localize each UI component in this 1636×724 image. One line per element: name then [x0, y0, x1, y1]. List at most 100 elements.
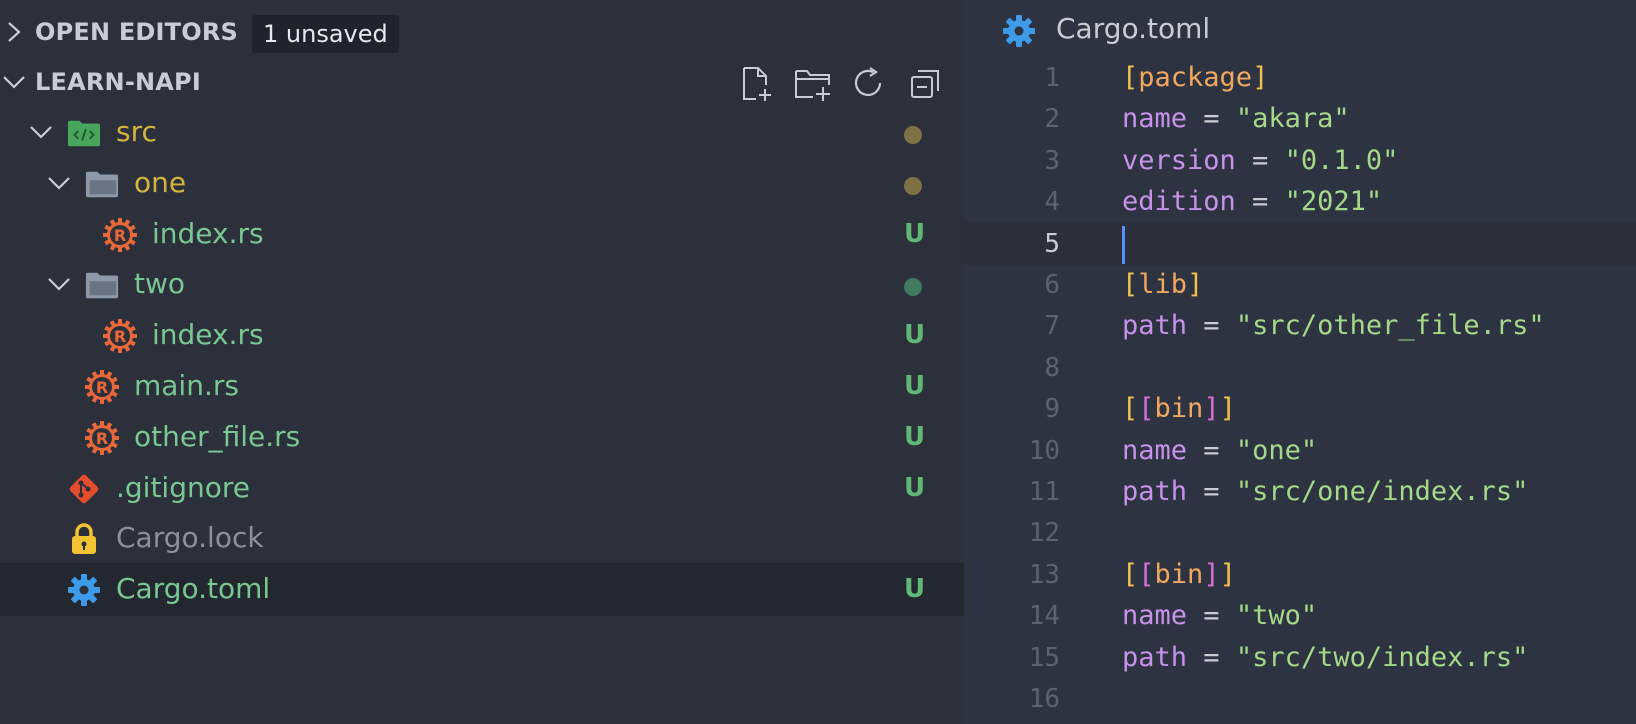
code-token: "src/other_file.rs" — [1235, 310, 1545, 342]
tree-item[interactable]: Rindex.rs U — [0, 309, 964, 362]
code-text: path = "src/other_file.rs" — [1122, 309, 1545, 343]
code-token: = — [1187, 476, 1236, 507]
code-text: [package] — [1122, 61, 1268, 95]
svg-text:R: R — [114, 226, 126, 245]
code-line[interactable]: 1 [package] — [964, 56, 1636, 99]
tab-label: Cargo.toml — [1056, 12, 1211, 45]
gear-icon — [67, 573, 101, 607]
code-token: "two" — [1235, 600, 1318, 632]
tree-item-label: other_file.rs — [134, 419, 301, 453]
new-folder-button[interactable] — [792, 63, 834, 105]
editor-tab[interactable]: Cargo.toml — [964, 0, 1636, 62]
code-line[interactable]: 9 [[bin]] — [964, 387, 1636, 430]
code-line[interactable]: 13 [[bin]] — [964, 553, 1636, 596]
code-line[interactable]: 7 path = "src/other_file.rs" — [964, 304, 1636, 347]
code-token: package — [1138, 62, 1253, 93]
tree-item[interactable]: Cargo.toml U — [0, 563, 964, 617]
modified-dot — [904, 278, 922, 297]
tree-item[interactable]: src — [0, 106, 964, 159]
new-file-button[interactable] — [736, 63, 778, 105]
code-line[interactable]: 15 path = "src/two/index.rs" — [964, 636, 1636, 679]
code-line[interactable]: 16 — [964, 677, 1636, 720]
tree-item[interactable]: one — [0, 157, 964, 210]
code-line[interactable]: 14 name = "two" — [964, 594, 1636, 637]
code-line[interactable]: 2 name = "akara" — [964, 97, 1636, 140]
modified-dot — [904, 176, 922, 195]
code-line[interactable]: 4 edition = "2021" — [964, 180, 1636, 223]
tree-item[interactable]: Rother_file.rs U — [0, 411, 964, 464]
code-token: ] — [1203, 393, 1220, 425]
code-token: name — [1122, 600, 1188, 632]
line-number: 2 — [1044, 104, 1060, 135]
code-token: name — [1122, 434, 1188, 466]
code-token: edition — [1122, 186, 1236, 218]
code-token: lib — [1138, 269, 1188, 300]
folder-icon — [85, 167, 119, 201]
editor-pane[interactable]: Cargo.toml 1 [package] 2 name = "akara" 3 ver… — [964, 0, 1636, 724]
code-token: ] — [1187, 269, 1204, 300]
line-number: 12 — [1028, 518, 1060, 549]
tree-item[interactable]: two — [0, 258, 964, 311]
open-editors-title: OPEN EDITORS — [35, 18, 239, 46]
code-text: name = "one" — [1122, 434, 1317, 468]
line-number: 13 — [1028, 559, 1060, 590]
tree-item[interactable]: .gitignore U — [0, 462, 964, 515]
tree-item-label: Cargo.lock — [116, 521, 264, 555]
line-number: 1 — [1044, 63, 1060, 93]
code-text: [lib] — [1122, 268, 1203, 302]
git-status-badge: U — [904, 574, 926, 605]
code-line[interactable]: 11 path = "src/one/index.rs" — [964, 470, 1636, 513]
tree-item-label: .gitignore — [116, 470, 250, 504]
line-number: 10 — [1028, 435, 1060, 466]
chevron-down-icon[interactable] — [29, 120, 53, 144]
code-token: [ — [1138, 393, 1155, 425]
line-number: 15 — [1028, 642, 1060, 673]
code-token: = — [1235, 144, 1285, 176]
tree-item[interactable]: Rindex.rs U — [0, 208, 964, 261]
open-editors-header[interactable]: OPEN EDITORS — [0, 12, 964, 52]
line-number: 11 — [1028, 477, 1060, 507]
tree-item-label: main.rs — [134, 369, 239, 402]
tree-item[interactable]: Rmain.rs U — [0, 360, 964, 413]
code-line[interactable]: 10 name = "one" — [964, 429, 1636, 472]
line-number: 9 — [1044, 394, 1060, 425]
line-number: 16 — [1028, 684, 1060, 714]
refresh-button[interactable] — [848, 63, 890, 105]
svg-text:R: R — [96, 378, 108, 397]
code-line[interactable]: 3 version = "0.1.0" — [964, 139, 1636, 182]
code-token: ] — [1219, 558, 1236, 590]
code-token: "src/two/index.rs" — [1235, 641, 1529, 673]
chevron-down-icon[interactable] — [47, 272, 71, 296]
line-number: 3 — [1044, 145, 1060, 176]
code-token: version — [1122, 144, 1236, 176]
code-token: ] — [1203, 558, 1220, 590]
code-token: ] — [1219, 393, 1236, 425]
collapse-all-icon — [911, 70, 939, 98]
new-folder-icon — [795, 70, 830, 101]
git-status-badge: U — [904, 421, 926, 452]
rust-file-icon: R — [85, 420, 119, 455]
tree-item[interactable]: Cargo.lock — [0, 512, 964, 565]
chevron-down-icon[interactable] — [47, 171, 71, 195]
code-token: path — [1122, 476, 1188, 507]
code-line[interactable]: 5 — [964, 221, 1636, 265]
tree-item-label: Cargo.toml — [116, 572, 271, 606]
tree-item-label: two — [134, 267, 186, 301]
code-token: [ — [1122, 62, 1139, 93]
code-text: name = "akara" — [1122, 102, 1350, 136]
collapse-all-button[interactable] — [904, 63, 946, 105]
code-line[interactable]: 12 — [964, 511, 1636, 554]
code-text: [[bin]] — [1122, 392, 1236, 426]
code-token: [ — [1122, 269, 1139, 300]
folder-icon — [85, 268, 119, 302]
rust-file-icon: R — [103, 217, 137, 252]
chevron-down-icon — [2, 70, 26, 94]
code-token: "akara" — [1235, 103, 1350, 135]
code-token: path — [1122, 310, 1188, 342]
code-token: name — [1122, 103, 1188, 135]
code-line[interactable]: 6 [lib] — [964, 263, 1636, 306]
code-token: bin — [1154, 558, 1204, 590]
explorer-panel: OPEN EDITORS 1 unsaved LEARN-NAPI src on… — [0, 0, 964, 724]
code-line[interactable]: 8 — [964, 346, 1636, 389]
lock-icon — [67, 522, 101, 556]
